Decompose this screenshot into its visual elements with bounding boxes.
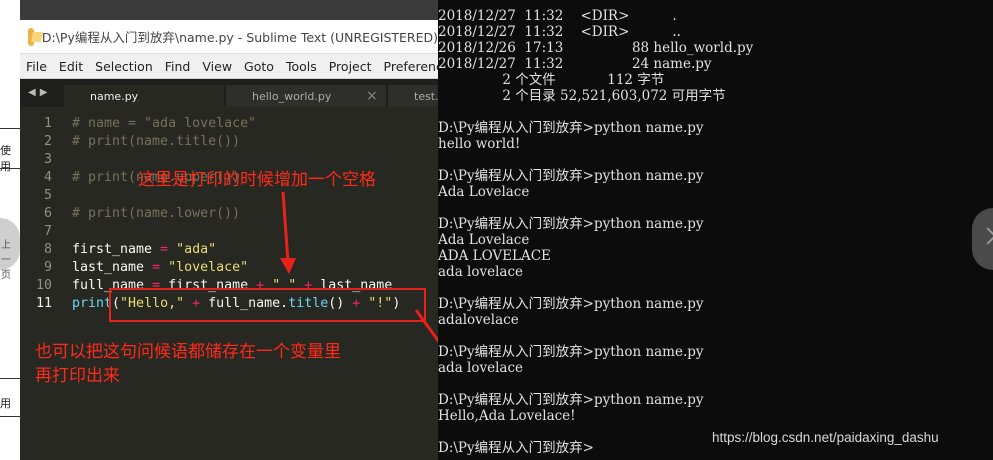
console-line: hello world! [438,136,521,152]
console-line: ada lovelace [438,264,524,280]
annotation-highlight-box [109,288,426,322]
next-page-button[interactable] [972,208,993,270]
watermark: https://blog.csdn.net/paidaxing_dashu [712,430,939,445]
annotation-line: 再打印出来 [35,366,120,386]
console-line: D:\Py编程从入门到放弃>python name.py [438,392,704,408]
console-line: ADA LOVELACE [438,248,551,264]
console-line: 2018/12/27 11:32 24 name.py [438,56,712,72]
chevron-right-icon [979,227,993,245]
console-line: D:\Py编程从入门到放弃>python name.py [438,120,704,136]
console-line: 2018/12/27 11:32 <DIR> .. [438,24,681,40]
console-line: ada lovelace [438,360,524,376]
console-line: Hello,Ada Lovelace! [438,408,576,424]
console-line: D:\Py编程从入门到放弃>python name.py [438,216,704,232]
console-line: 2018/12/26 17:13 88 hello_world.py [438,40,754,56]
console-line: 2 个文件 112 字节 [438,72,665,88]
console-line: adalovelace [438,312,519,328]
annotation-arrow-up [281,191,290,263]
command-prompt-console[interactable]: 2018/12/27 11:32 <DIR> . 2018/12/27 11:32… [438,0,993,460]
console-line: Ada Lovelace [438,184,530,200]
console-line: D:\Py编程从入门到放弃>python name.py [438,168,704,184]
console-line: D:\Py编程从入门到放弃>python name.py [438,344,704,360]
annotation-line: 也可以把这句问候语都储存在一个变量里 [35,342,341,362]
console-line: Ada Lovelace [438,232,530,248]
arrowhead [280,258,296,274]
console-line: D:\Py编程从入门到放弃> [438,440,594,456]
annotation-variable-note: 也可以把这句问候语都储存在一个变量里 再打印出来 [35,340,341,388]
console-line: D:\Py编程从入门到放弃>python name.py [438,296,704,312]
console-line: 2 个目录 52,521,603,072 可用字节 [438,88,726,104]
console-line: 2018/12/27 11:32 <DIR> . [438,8,677,24]
